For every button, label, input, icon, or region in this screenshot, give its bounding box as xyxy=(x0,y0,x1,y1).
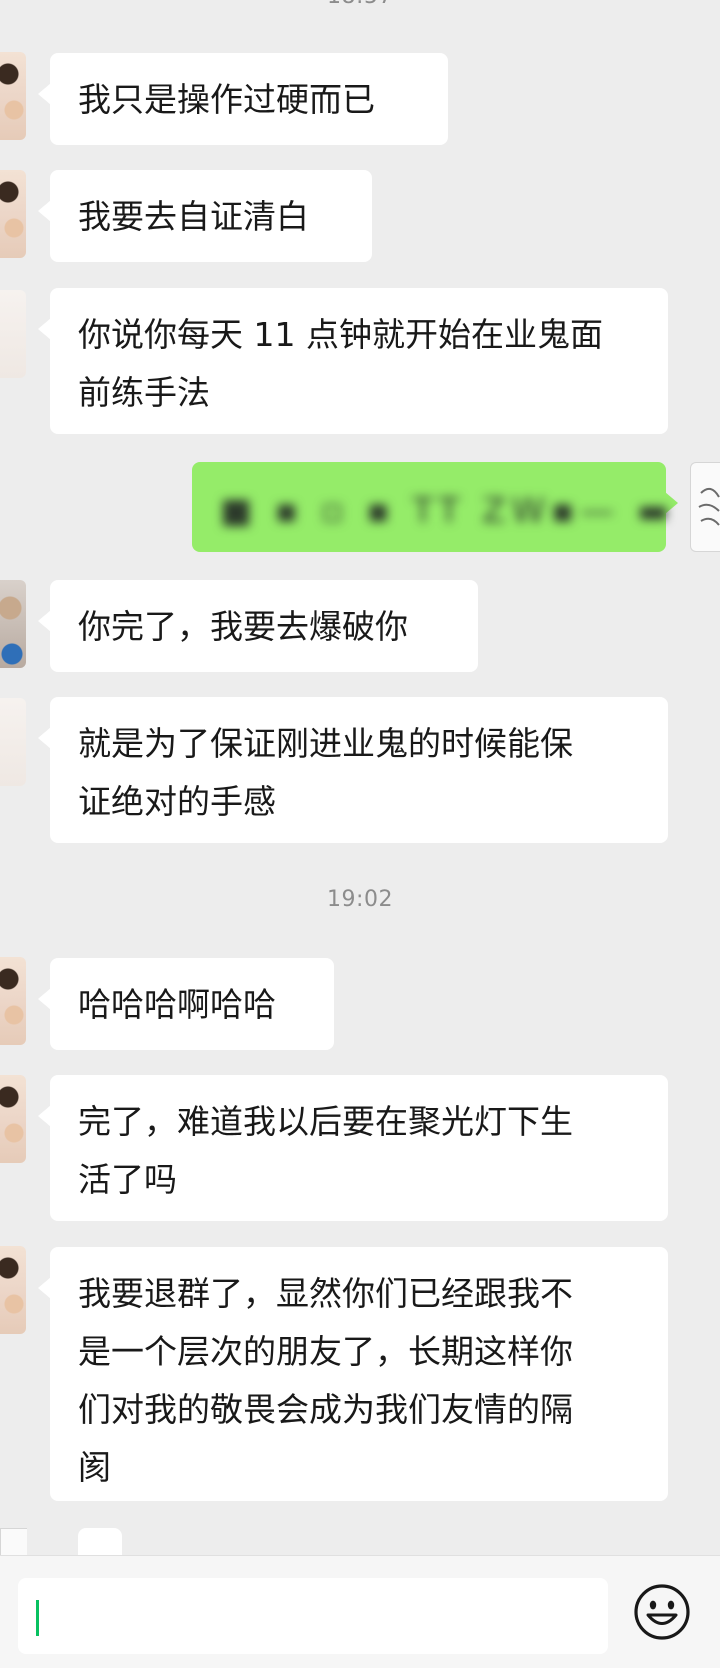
message-text: 完了，难道我以后要在聚光灯下生 xyxy=(78,1102,573,1141)
chat-bubble-incoming[interactable]: 哈哈哈啊哈哈 xyxy=(38,958,334,1050)
chat-bubble-incoming[interactable]: 我要去自证清白 xyxy=(38,170,372,262)
smiley-face-icon xyxy=(634,1584,690,1640)
message-text: 我要去自证清白 xyxy=(78,197,309,236)
avatar[interactable] xyxy=(0,698,26,786)
chat-bubble-incoming[interactable]: 你说你每天 11 点钟就开始在业鬼面 前练手法 xyxy=(38,288,668,434)
message-text: 我要退群了，显然你们已经跟我不 xyxy=(78,1274,573,1313)
text-caret xyxy=(36,1600,39,1636)
avatar[interactable] xyxy=(0,957,26,1045)
message-text: 是一个层次的朋友了，长期这样你 xyxy=(78,1332,573,1371)
message-text: 你说你每天 11 点钟就开始在业鬼面 xyxy=(78,315,603,354)
message-input-bar xyxy=(0,1555,720,1668)
avatar[interactable] xyxy=(0,170,26,258)
message-text: 活了吗 xyxy=(78,1160,177,1199)
avatar[interactable] xyxy=(0,290,26,378)
avatar-self[interactable] xyxy=(690,462,720,552)
timestamp-middle: 19:02 xyxy=(327,887,393,912)
chat-bubble-incoming[interactable]: 完了，难道我以后要在聚光灯下生 活了吗 xyxy=(38,1075,668,1221)
timestamp-top: 18:57 xyxy=(0,0,720,9)
chat-bubble-incoming[interactable]: 你完了，我要去爆破你 xyxy=(38,580,478,672)
message-input[interactable] xyxy=(18,1578,608,1654)
message-text: 你完了，我要去爆破你 xyxy=(78,607,408,646)
chat-bubble-incoming[interactable]: 就是为了保证刚进业鬼的时候能保 证绝对的手感 xyxy=(38,697,668,843)
avatar[interactable] xyxy=(0,1528,27,1557)
chat-bubble-incoming[interactable]: 我要退群了，显然你们已经跟我不 是一个层次的朋友了，长期这样你 们对我的敬畏会成… xyxy=(38,1247,668,1501)
avatar[interactable] xyxy=(0,580,26,668)
message-text: 我只是操作过硬而已 xyxy=(78,80,375,119)
message-text: 就是为了保证刚进业鬼的时候能保 xyxy=(78,724,573,763)
message-text: 阂 xyxy=(78,1448,111,1487)
chat-bubble-incoming-partial[interactable] xyxy=(78,1528,122,1555)
sketch-avatar-icon xyxy=(698,487,720,526)
message-text: 们对我的敬畏会成为我们友情的隔 xyxy=(78,1390,573,1429)
message-text: 哈哈哈啊哈哈 xyxy=(78,985,276,1024)
blurred-message-text: ■ ▪ ▫ ▪ TT ZW▪— ▬ xyxy=(220,491,676,531)
emoji-button[interactable] xyxy=(632,1582,692,1642)
message-text: 证绝对的手感 xyxy=(78,782,276,821)
avatar[interactable] xyxy=(0,52,26,140)
message-text: 前练手法 xyxy=(78,373,210,412)
chat-bubble-incoming[interactable]: 我只是操作过硬而已 xyxy=(38,53,448,145)
chat-bubble-outgoing[interactable]: ■ ▪ ▫ ▪ TT ZW▪— ▬ xyxy=(192,462,678,552)
avatar[interactable] xyxy=(0,1075,26,1163)
avatar[interactable] xyxy=(0,1246,26,1334)
